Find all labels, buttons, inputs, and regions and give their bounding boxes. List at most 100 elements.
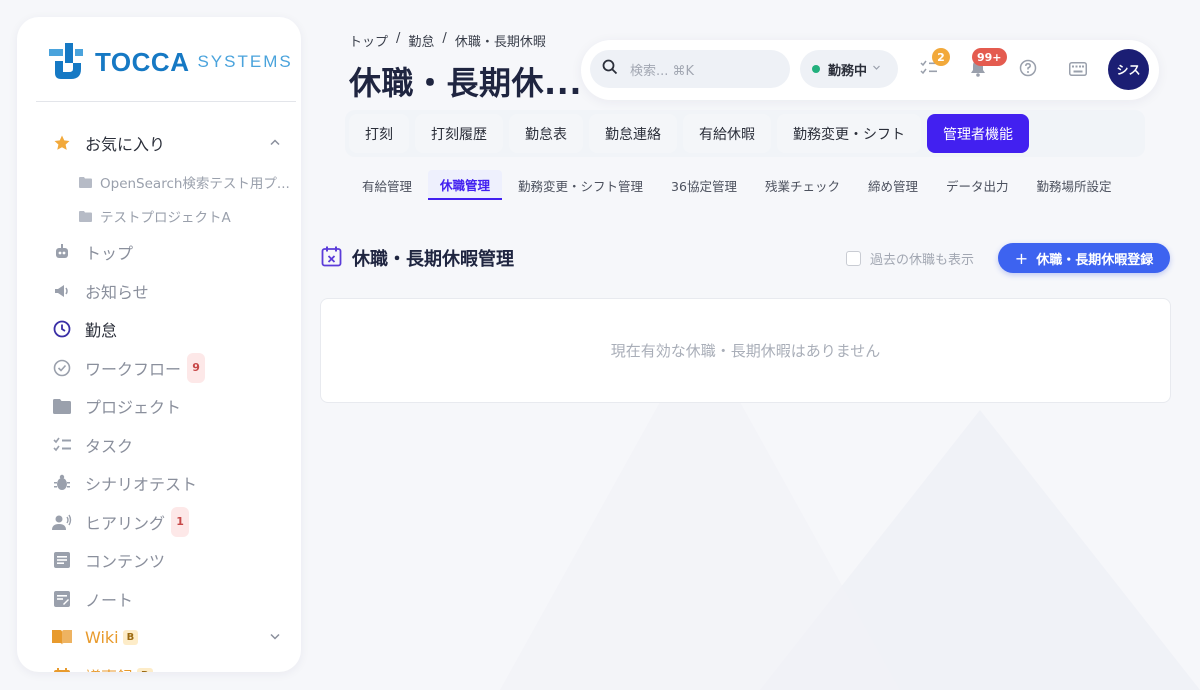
sidebar-item-contents[interactable]: コンテンツ [17, 541, 301, 580]
admin-subtabs: 有給管理 休職管理 勤務変更・シフト管理 36協定管理 残業チェック 締め管理 … [350, 170, 1128, 202]
breadcrumb-separator: / [442, 31, 447, 46]
subtab-leave-management[interactable]: 休職管理 [428, 170, 503, 200]
sidebar: TOCCA SYSTEMS お気に入り OpenSearch検索テスト用プ...… [17, 17, 301, 672]
sidebar-item-top[interactable]: トップ [17, 233, 301, 272]
main-tabs: 打刻 打刻履歴 勤怠表 勤怠連絡 有給休暇 勤務変更・シフト 管理者機能 [345, 110, 1145, 157]
notifications-count-badge: 99+ [972, 48, 1007, 66]
tab-attendance-contact[interactable]: 勤怠連絡 [589, 114, 677, 153]
brand-name: TOCCA [95, 46, 190, 77]
show-past-leave-checkbox[interactable]: 過去の休職も表示 [846, 249, 974, 268]
tasks-count-badge: 2 [932, 48, 950, 66]
page-title: 休職・長期休... [349, 64, 582, 102]
top-bar: 検索... ⌘K 勤務中 2 99+ シス [581, 40, 1159, 100]
brand-logo[interactable]: TOCCA SYSTEMS [47, 43, 293, 81]
tab-clock-in[interactable]: 打刻 [349, 114, 409, 153]
sidebar-item-label: タスク [85, 436, 134, 456]
folder-icon [79, 210, 92, 222]
favorite-item-test-project[interactable]: テストプロジェクトA [17, 199, 301, 233]
status-dot [812, 65, 820, 73]
chevron-down-icon[interactable] [269, 628, 281, 647]
sidebar-item-attendance[interactable]: 勤怠 [17, 310, 301, 349]
avatar[interactable]: シス [1108, 49, 1149, 90]
sidebar-item-project[interactable]: プロジェクト [17, 387, 301, 426]
tab-admin[interactable]: 管理者機能 [927, 114, 1029, 153]
tab-schedule-change[interactable]: 勤務変更・シフト [777, 114, 921, 153]
beta-badge: B [137, 668, 153, 672]
sidebar-item-label: お気に入り [85, 135, 166, 154]
search-placeholder: 検索... ⌘K [630, 63, 695, 79]
favorite-item-label: テストプロジェクトA [100, 210, 231, 226]
help-icon [1019, 59, 1037, 81]
document-icon [52, 550, 72, 570]
robot-icon [52, 242, 72, 262]
tab-clock-history[interactable]: 打刻履歴 [415, 114, 503, 153]
sidebar-item-label: Wiki [85, 627, 119, 647]
favorite-item-label: OpenSearch検索テスト用プ... [100, 176, 290, 192]
folder-icon [52, 396, 72, 416]
sidebar-item-workflow[interactable]: ワークフロー 9 [17, 349, 301, 388]
workflow-count-badge: 9 [187, 352, 206, 383]
sidebar-item-label: ヒアリング [85, 513, 166, 533]
sidebar-item-wiki[interactable]: Wiki B [17, 618, 301, 657]
empty-state-card: 現在有効な休職・長期休暇はありません [320, 298, 1171, 403]
section-header: 休職・長期休暇管理 [321, 245, 514, 271]
sidebar-divider [36, 101, 296, 102]
chevron-up-icon[interactable] [269, 134, 281, 153]
sidebar-item-news[interactable]: お知らせ [17, 272, 301, 311]
sidebar-item-task[interactable]: タスク [17, 426, 301, 465]
plus-icon: + [1014, 248, 1029, 268]
hearing-count-badge: 1 [171, 506, 190, 537]
sidebar-item-note[interactable]: ノート [17, 580, 301, 619]
sidebar-item-label: 議事録 [85, 664, 133, 672]
subtab-overtime-check[interactable]: 残業チェック [753, 170, 852, 200]
subtab-paid-leave-management[interactable]: 有給管理 [350, 170, 424, 200]
sidebar-item-minutes[interactable]: 議事録 B [17, 657, 301, 672]
search-input[interactable]: 検索... ⌘K [590, 50, 790, 88]
chevron-down-icon[interactable] [269, 666, 281, 672]
megaphone-icon [52, 281, 72, 301]
subtab-36-agreement[interactable]: 36協定管理 [659, 170, 749, 200]
subtab-closing-management[interactable]: 締め管理 [856, 170, 930, 200]
checkbox[interactable] [846, 251, 861, 266]
brand-sub: SYSTEMS [197, 52, 293, 71]
breadcrumb-current: 休職・長期休暇 [454, 35, 546, 50]
keyboard-icon [1069, 61, 1087, 80]
subtab-data-export[interactable]: データ出力 [934, 170, 1021, 200]
sidebar-item-favorites[interactable]: お気に入り [17, 121, 301, 165]
work-status-dropdown[interactable]: 勤務中 [800, 50, 898, 88]
sidebar-item-label: トップ [85, 244, 134, 264]
book-icon [52, 627, 72, 647]
sidebar-item-hearing[interactable]: ヒアリング 1 [17, 503, 301, 542]
checkbox-label: 過去の休職も表示 [870, 253, 975, 268]
status-label: 勤務中 [828, 63, 868, 79]
sidebar-item-label: 勤怠 [85, 321, 118, 341]
voice-icon [52, 512, 72, 532]
breadcrumb-top[interactable]: トップ [349, 31, 388, 50]
sidebar-item-scenario-test[interactable]: シナリオテスト [17, 464, 301, 503]
subtab-work-location[interactable]: 勤務場所設定 [1025, 170, 1124, 200]
add-leave-button[interactable]: + 休職・長期休暇登録 [998, 243, 1170, 273]
section-title: 休職・長期休暇管理 [352, 249, 514, 270]
favorite-item-opensearch[interactable]: OpenSearch検索テスト用プ... [17, 165, 301, 199]
chevron-down-icon [872, 63, 881, 75]
help-button[interactable] [1017, 59, 1039, 81]
bug-icon [52, 473, 72, 493]
search-icon [602, 59, 618, 79]
clock-icon [52, 319, 72, 339]
add-leave-button-label: 休職・長期休暇登録 [1036, 252, 1154, 268]
checklist-icon [52, 435, 72, 455]
star-icon [52, 133, 72, 153]
keyboard-shortcuts-button[interactable] [1067, 59, 1089, 81]
sidebar-nav: お気に入り OpenSearch検索テスト用プ... テストプロジェクトA トッ… [17, 121, 301, 672]
calendar-icon [52, 666, 72, 672]
empty-state-message: 現在有効な休職・長期休暇はありません [610, 342, 881, 360]
breadcrumb-attendance[interactable]: 勤怠 [408, 31, 434, 50]
tocca-logo-icon [47, 43, 85, 81]
sidebar-item-label: シナリオテスト [85, 475, 198, 495]
tab-paid-leave[interactable]: 有給休暇 [683, 114, 771, 153]
tab-timesheet[interactable]: 勤怠表 [509, 114, 583, 153]
breadcrumb-separator: / [396, 31, 401, 46]
folder-icon [79, 176, 92, 188]
sidebar-item-label: ワークフロー [85, 359, 182, 379]
subtab-shift-management[interactable]: 勤務変更・シフト管理 [506, 170, 655, 200]
